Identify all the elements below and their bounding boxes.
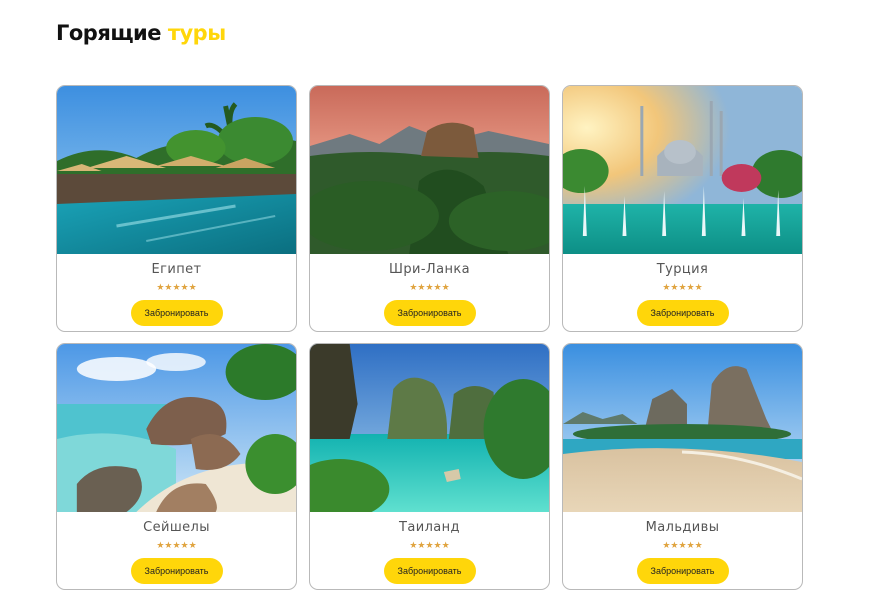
tour-photo-seychelles bbox=[57, 344, 296, 512]
book-button[interactable]: Забронировать bbox=[636, 300, 729, 326]
tour-card-turkey: Турция ★★★★★ Забронировать bbox=[562, 85, 803, 332]
tour-name: Мальдивы bbox=[645, 520, 720, 535]
rating-stars-icon: ★★★★★ bbox=[156, 283, 197, 293]
rating-stars-icon: ★★★★★ bbox=[156, 541, 197, 551]
tour-card-sri-lanka: Шри-Ланка ★★★★★ Забронировать bbox=[309, 85, 550, 332]
tour-name: Турция bbox=[656, 262, 709, 277]
tour-photo-sri-lanka bbox=[310, 86, 549, 254]
tour-name: Сейшелы bbox=[143, 520, 210, 535]
tour-photo-thailand bbox=[310, 344, 549, 512]
page-title-part1: Горящие bbox=[56, 21, 162, 45]
page-title: Горящие туры bbox=[56, 20, 226, 46]
book-button[interactable]: Забронировать bbox=[383, 558, 476, 584]
tour-card-thailand: Таиланд ★★★★★ Забронировать bbox=[309, 343, 550, 590]
tour-photo-egypt bbox=[57, 86, 296, 254]
tour-name: Египет bbox=[151, 262, 202, 277]
tour-name: Таиланд bbox=[399, 520, 460, 535]
book-button[interactable]: Забронировать bbox=[130, 558, 223, 584]
tour-card-maldives: Мальдивы ★★★★★ Забронировать bbox=[562, 343, 803, 590]
rating-stars-icon: ★★★★★ bbox=[662, 283, 703, 293]
page-title-part2: туры bbox=[167, 21, 226, 45]
book-button[interactable]: Забронировать bbox=[383, 300, 476, 326]
tour-name: Шри-Ланка bbox=[389, 262, 470, 277]
tours-grid: Египет ★★★★★ Забронировать Шри-Ланка ★★★… bbox=[56, 85, 803, 590]
book-button[interactable]: Забронировать bbox=[636, 558, 729, 584]
rating-stars-icon: ★★★★★ bbox=[409, 283, 450, 293]
book-button[interactable]: Забронировать bbox=[130, 300, 223, 326]
tour-card-seychelles: Сейшелы ★★★★★ Забронировать bbox=[56, 343, 297, 590]
tour-card-egypt: Египет ★★★★★ Забронировать bbox=[56, 85, 297, 332]
tour-photo-turkey bbox=[563, 86, 802, 254]
rating-stars-icon: ★★★★★ bbox=[409, 541, 450, 551]
rating-stars-icon: ★★★★★ bbox=[662, 541, 703, 551]
tour-photo-maldives bbox=[563, 344, 802, 512]
